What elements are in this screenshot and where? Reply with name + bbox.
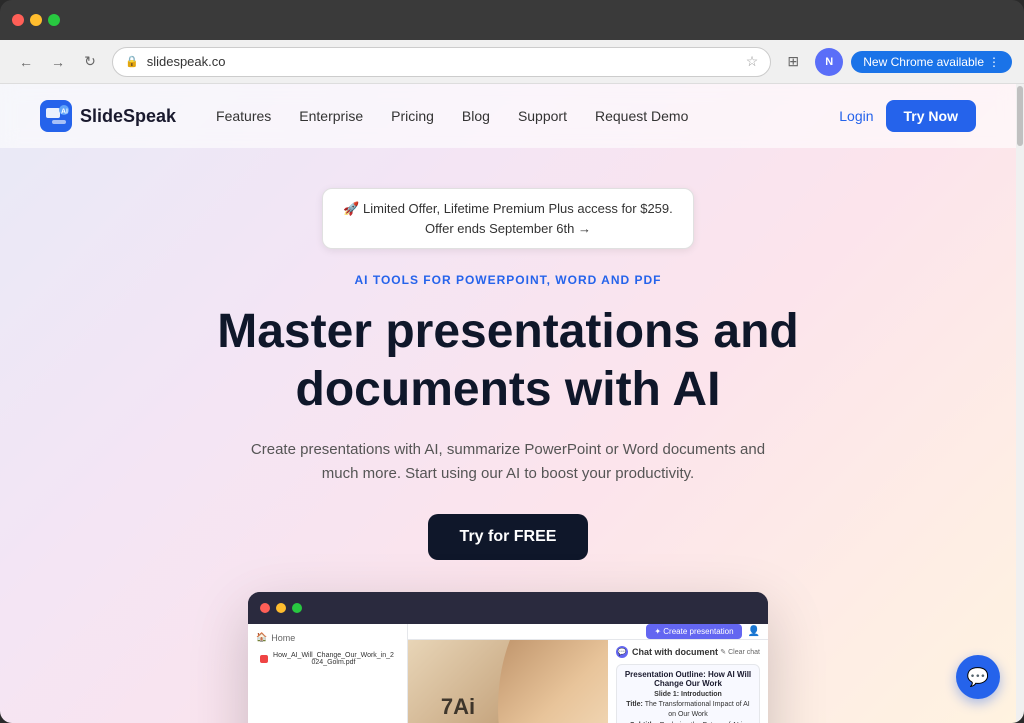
create-presentation-button[interactable]: ✦ Create presentation	[646, 624, 741, 639]
chat-widget-button[interactable]: 💬	[956, 655, 1000, 699]
site-nav: AI SlideSpeak Features Enterprise Pricin…	[0, 84, 1016, 148]
minimize-traffic-light[interactable]	[30, 14, 42, 26]
preview-minimize-dot	[276, 603, 286, 613]
chrome-update-label: New Chrome available	[863, 55, 984, 69]
preview-titlebar	[248, 592, 768, 624]
home-icon: 🏠	[256, 632, 267, 643]
main-content: AI SlideSpeak Features Enterprise Pricin…	[0, 84, 1016, 723]
nav-support[interactable]: Support	[518, 108, 567, 124]
slide-image: 7Ai	[408, 640, 608, 723]
preview-user-icon: 👤	[748, 626, 760, 637]
browser-window: ← → ↻ 🔒 slidespeak.co ☆ ⊞ N New Chrome a…	[0, 0, 1024, 723]
toolbar-right: ⊞ N New Chrome available ⋮	[779, 48, 1012, 76]
slidespeak-logo-icon: AI	[40, 100, 72, 132]
website-content: AI SlideSpeak Features Enterprise Pricin…	[0, 84, 1024, 723]
try-free-button[interactable]: Try for FREE	[428, 514, 589, 560]
preview-chat-area: 💬 Chat with document ✎ Clear chat Presen…	[608, 640, 768, 723]
try-now-button[interactable]: Try Now	[886, 100, 976, 132]
chat-slide-label: Slide 1: Introduction	[624, 691, 752, 698]
preview-main: ✦ Create presentation 👤 7Ai	[408, 624, 768, 723]
scrollbar-track[interactable]	[1016, 84, 1024, 723]
chat-msg-title: Presentation Outline: How AI Will Change…	[624, 670, 752, 688]
extensions-button[interactable]: ⊞	[779, 48, 807, 76]
logo-text: SlideSpeak	[80, 106, 176, 127]
preview-body: 🏠 Home How_AI_Will_Change_Our_Work_in_20…	[248, 624, 768, 723]
promo-line1: 🚀 Limited Offer, Lifetime Premium Plus a…	[343, 199, 673, 219]
preview-content-area: 7Ai 💬 Chat with documen	[408, 640, 768, 723]
svg-text:AI: AI	[61, 109, 68, 116]
preview-header-bar: ✦ Create presentation 👤	[408, 624, 768, 640]
lock-icon: 🔒	[125, 55, 139, 68]
browser-toolbar: ← → ↻ 🔒 slidespeak.co ☆ ⊞ N New Chrome a…	[0, 40, 1024, 84]
nav-links: Features Enterprise Pricing Blog Support…	[216, 108, 839, 124]
close-traffic-light[interactable]	[12, 14, 24, 26]
refresh-button[interactable]: ↻	[76, 48, 104, 76]
preview-filename: How_AI_Will_Change_Our_Work_in_2024_Golm…	[272, 652, 395, 666]
address-bar[interactable]: 🔒 slidespeak.co ☆	[112, 47, 771, 77]
preview-breadcrumb: 🏠 Home	[256, 632, 399, 643]
create-pres-label: ✦ Create presentation	[654, 627, 733, 636]
chat-item-title: Title: The Transformational Impact of AI…	[624, 700, 752, 720]
preview-sidebar: 🏠 Home How_AI_Will_Change_Our_Work_in_20…	[248, 624, 408, 723]
chrome-update-button[interactable]: New Chrome available ⋮	[851, 51, 1012, 73]
url-text: slidespeak.co	[147, 54, 738, 69]
maximize-traffic-light[interactable]	[48, 14, 60, 26]
robot-silhouette	[498, 640, 608, 723]
app-preview: 🏠 Home How_AI_Will_Change_Our_Work_in_20…	[248, 592, 768, 723]
clear-chat-button[interactable]: ✎ Clear chat	[720, 648, 760, 656]
promo-line2: Offer ends September 6th →	[343, 219, 673, 239]
ai-text-overlay: 7Ai	[441, 694, 475, 720]
hero-subtitle: AI TOOLS FOR POWERPOINT, WORD AND PDF	[355, 273, 662, 287]
preview-close-dot	[260, 603, 270, 613]
back-button[interactable]: ←	[12, 48, 40, 76]
chat-header: 💬 Chat with document ✎ Clear chat	[616, 646, 760, 658]
logo-area: AI SlideSpeak	[40, 100, 176, 132]
hero-description: Create presentations with AI, summarize …	[248, 438, 768, 486]
chrome-update-menu-icon: ⋮	[988, 55, 1000, 69]
chat-bubble-icon: 💬	[616, 646, 628, 658]
nav-request-demo[interactable]: Request Demo	[595, 108, 688, 124]
nav-enterprise[interactable]: Enterprise	[299, 108, 363, 124]
nav-actions: Login Try Now	[839, 100, 976, 132]
traffic-lights	[12, 14, 60, 26]
browser-titlebar	[0, 0, 1024, 40]
hero-title: Master presentations and documents with …	[217, 303, 798, 418]
nav-pricing[interactable]: Pricing	[391, 108, 434, 124]
preview-maximize-dot	[292, 603, 302, 613]
nav-features[interactable]: Features	[216, 108, 271, 124]
profile-button[interactable]: N	[815, 48, 843, 76]
scrollbar-thumb[interactable]	[1017, 86, 1023, 146]
preview-file-item: How_AI_Will_Change_Our_Work_in_2024_Golm…	[256, 649, 399, 669]
login-button[interactable]: Login	[839, 108, 873, 124]
hero-section: 🚀 Limited Offer, Lifetime Premium Plus a…	[0, 148, 1016, 723]
forward-button[interactable]: →	[44, 48, 72, 76]
bookmark-icon[interactable]: ☆	[746, 53, 759, 70]
promo-banner[interactable]: 🚀 Limited Offer, Lifetime Premium Plus a…	[322, 188, 694, 249]
pdf-icon	[260, 655, 268, 663]
nav-blog[interactable]: Blog	[462, 108, 490, 124]
chat-title: 💬 Chat with document	[616, 646, 718, 658]
nav-buttons: ← → ↻	[12, 48, 104, 76]
chat-widget-icon: 💬	[967, 667, 989, 688]
chat-message: Presentation Outline: How AI Will Change…	[616, 664, 760, 723]
preview-slide-area: 7Ai	[408, 640, 608, 723]
